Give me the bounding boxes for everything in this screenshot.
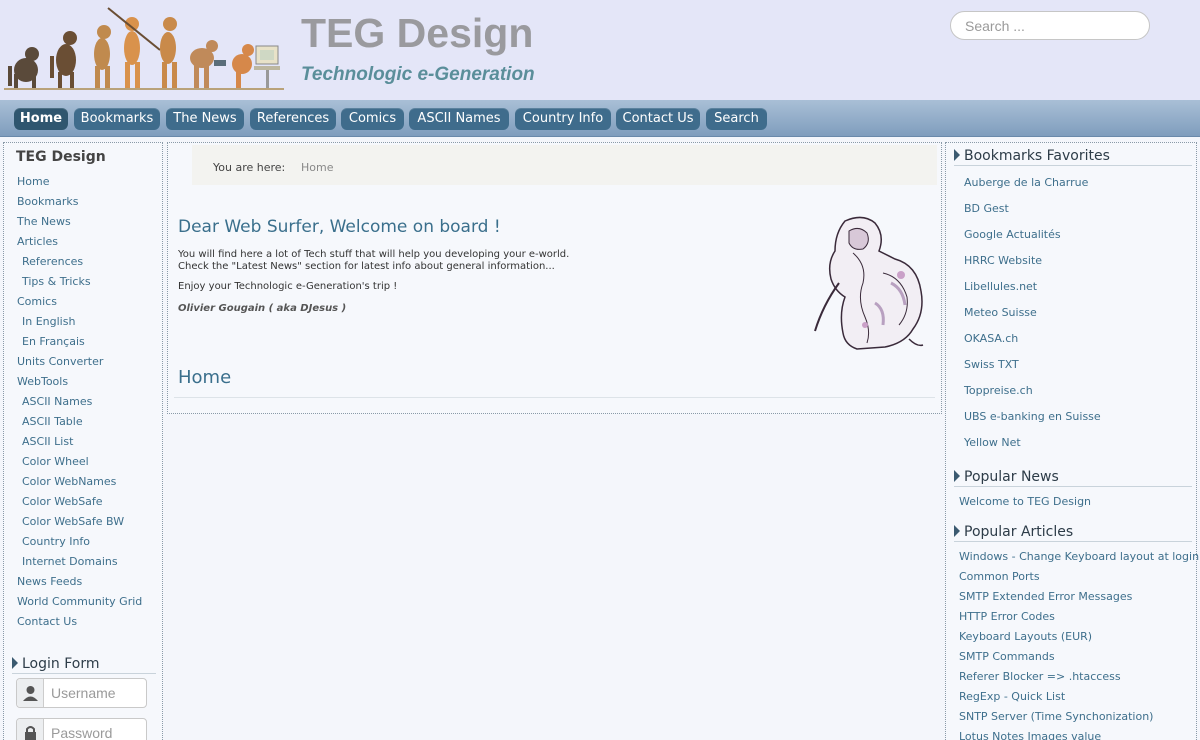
bookmarks-favorites-title: Bookmarks Favorites: [964, 148, 1110, 164]
bookmark-link[interactable]: OKASA.ch: [964, 332, 1018, 345]
breadcrumb: You are here: Home: [192, 145, 937, 185]
menu-item-units-converter[interactable]: Units Converter: [17, 355, 103, 368]
nav-search[interactable]: Search: [706, 108, 767, 130]
divider: [954, 486, 1192, 487]
nav-country-info[interactable]: Country Info: [515, 108, 611, 130]
bookmark-link[interactable]: Swiss TXT: [964, 358, 1019, 371]
popular-articles-title: Popular Articles: [964, 524, 1074, 540]
menu-item-country-info[interactable]: Country Info: [22, 535, 90, 548]
bookmarks-favorites-heading: Bookmarks Favorites: [954, 148, 1110, 164]
menu-item-world-community-grid[interactable]: World Community Grid: [17, 595, 142, 608]
password-field: [16, 718, 147, 740]
bookmark-link[interactable]: Toppreise.ch: [964, 384, 1033, 397]
nav-references[interactable]: References: [250, 108, 336, 130]
intro-text: You will find here a lot of Tech stuff t…: [178, 249, 569, 273]
evolution-logo-icon[interactable]: [4, 2, 284, 92]
nav-ascii-names[interactable]: ASCII Names: [409, 108, 509, 130]
home-heading: Home: [178, 367, 232, 388]
caret-right-icon: [12, 657, 18, 669]
bookmark-link[interactable]: UBS e-banking en Suisse: [964, 410, 1101, 423]
menu-item-color-websafe-bw[interactable]: Color WebSafe BW: [22, 515, 124, 528]
menu-item-news-feeds[interactable]: News Feeds: [17, 575, 82, 588]
breadcrumb-current: Home: [301, 161, 334, 174]
popular-news-heading: Popular News: [954, 469, 1059, 485]
nav-home[interactable]: Home: [14, 108, 68, 130]
lock-icon: [17, 719, 44, 740]
divider: [954, 541, 1192, 542]
breadcrumb-label: You are here:: [213, 161, 286, 174]
intro-line-1: You will find here a lot of Tech stuff t…: [178, 249, 570, 260]
login-form-heading: Login Form: [12, 656, 100, 672]
menu-item-contact-us[interactable]: Contact Us: [17, 615, 77, 628]
article-link[interactable]: Common Ports: [959, 570, 1040, 583]
search-input[interactable]: [950, 11, 1150, 40]
article-link[interactable]: Lotus Notes Images value: [959, 730, 1101, 740]
site-header: TEG Design Technologic e-Generation: [0, 0, 1200, 100]
news-link[interactable]: Welcome to TEG Design: [959, 495, 1091, 508]
menu-item-color-wheel[interactable]: Color Wheel: [22, 455, 89, 468]
bookmark-link[interactable]: HRRC Website: [964, 254, 1042, 267]
menu-item-en-francais[interactable]: En Français: [22, 335, 85, 348]
menu-item-references[interactable]: References: [22, 255, 83, 268]
article-link[interactable]: Windows - Change Keyboard layout at logi…: [959, 550, 1199, 563]
caret-right-icon: [954, 149, 960, 161]
bookmark-link[interactable]: BD Gest: [964, 202, 1009, 215]
menu-item-articles[interactable]: Articles: [17, 235, 58, 248]
left-sidebar: TEG Design Home Bookmarks The News Artic…: [3, 142, 163, 740]
site-title[interactable]: TEG Design: [301, 10, 533, 57]
caret-right-icon: [954, 525, 960, 537]
username-field: [16, 678, 147, 708]
bookmark-link[interactable]: Meteo Suisse: [964, 306, 1037, 319]
menu-item-in-english[interactable]: In English: [22, 315, 75, 328]
article-link[interactable]: SMTP Commands: [959, 650, 1055, 663]
menu-item-ascii-table[interactable]: ASCII Table: [22, 415, 83, 428]
main-content: You are here: Home Dear Web Surfer, Welc…: [167, 142, 942, 414]
bookmark-link[interactable]: Google Actualités: [964, 228, 1061, 241]
bookmark-link[interactable]: Auberge de la Charrue: [964, 176, 1088, 189]
menu-item-color-webnames[interactable]: Color WebNames: [22, 475, 116, 488]
enjoy-text: Enjoy your Technologic e-Generation's tr…: [178, 281, 398, 292]
article-link[interactable]: Referer Blocker => .htaccess: [959, 670, 1121, 683]
intro-line-2: Check the "Latest News" section for late…: [178, 261, 555, 272]
bookmark-link[interactable]: Libellules.net: [964, 280, 1037, 293]
menu-item-the-news[interactable]: The News: [17, 215, 71, 228]
menu-item-comics[interactable]: Comics: [17, 295, 57, 308]
menu-item-tips-tricks[interactable]: Tips & Tricks: [22, 275, 91, 288]
menu-item-ascii-names[interactable]: ASCII Names: [22, 395, 92, 408]
right-sidebar: Bookmarks Favorites Auberge de la Charru…: [945, 142, 1199, 740]
divider: [174, 397, 935, 398]
user-icon: [17, 679, 44, 707]
divider: [954, 165, 1192, 166]
menu-item-internet-domains[interactable]: Internet Domains: [22, 555, 118, 568]
login-form-title: Login Form: [22, 656, 100, 672]
left-menu-title: TEG Design: [16, 149, 106, 165]
menu-item-ascii-list[interactable]: ASCII List: [22, 435, 73, 448]
menu-item-bookmarks[interactable]: Bookmarks: [17, 195, 78, 208]
welcome-title: Dear Web Surfer, Welcome on board !: [178, 217, 501, 237]
site-slogan: Technologic e-Generation: [301, 64, 535, 85]
popular-news-title: Popular News: [964, 469, 1059, 485]
article-link[interactable]: HTTP Error Codes: [959, 610, 1055, 623]
username-input[interactable]: [45, 679, 145, 707]
nav-contact-us[interactable]: Contact Us: [616, 108, 700, 130]
divider: [12, 673, 156, 674]
popular-articles-heading: Popular Articles: [954, 524, 1073, 540]
old-sage-image: [814, 216, 924, 350]
menu-item-color-websafe[interactable]: Color WebSafe: [22, 495, 103, 508]
nav-comics[interactable]: Comics: [341, 108, 404, 130]
menu-item-home[interactable]: Home: [17, 175, 49, 188]
bookmark-link[interactable]: Yellow Net: [964, 436, 1021, 449]
article-link[interactable]: Keyboard Layouts (EUR): [959, 630, 1092, 643]
main-nav: Home Bookmarks The News References Comic…: [0, 100, 1200, 137]
menu-item-webtools[interactable]: WebTools: [17, 375, 68, 388]
article-link[interactable]: SMTP Extended Error Messages: [959, 590, 1132, 603]
caret-right-icon: [954, 470, 960, 482]
password-input[interactable]: [45, 719, 145, 740]
nav-the-news[interactable]: The News: [166, 108, 244, 130]
nav-bookmarks[interactable]: Bookmarks: [74, 108, 160, 130]
signature: Olivier Gougain ( aka DJesus ): [178, 303, 347, 314]
article-link[interactable]: SNTP Server (Time Synchonization): [959, 710, 1153, 723]
article-link[interactable]: RegExp - Quick List: [959, 690, 1065, 703]
